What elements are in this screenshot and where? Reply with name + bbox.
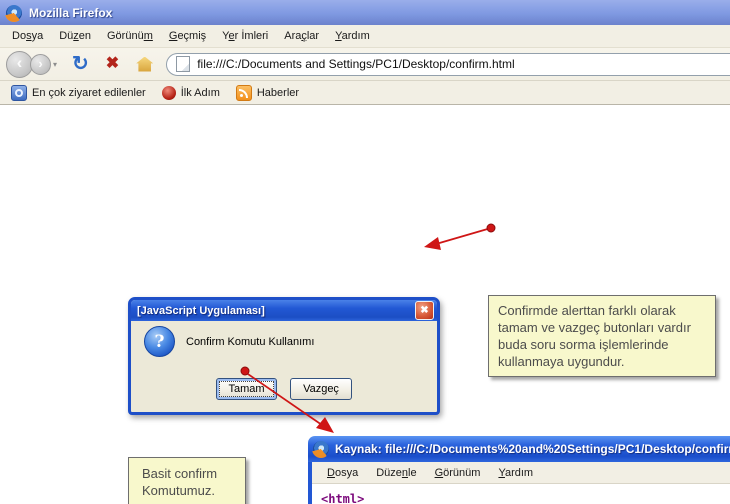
dialog-title: [JavaScript Uygulaması] [137, 305, 415, 317]
page-icon [176, 56, 190, 72]
back-forward-group [6, 51, 57, 78]
annotation-line: Komutumuz. [142, 482, 239, 499]
source-window-titlebar[interactable]: Kaynak: file:///C:/Documents%20and%20Set… [308, 436, 730, 462]
menu-görünüm[interactable]: Görünüm [99, 27, 161, 45]
refresh-icon[interactable] [72, 54, 89, 74]
annotation-line: kullanmaya uygundur. [498, 353, 706, 370]
menu-dosya[interactable]: Dosya [4, 27, 51, 45]
bookmark-label: Haberler [257, 87, 299, 99]
bookmark-rss[interactable]: Haberler [233, 83, 302, 103]
source-window-body: DosyaDüzenleGörünümYardım <html><body> <… [308, 462, 730, 504]
menu-düzen[interactable]: Düzen [51, 27, 99, 45]
bookmarks-toolbar: En çok ziyaret edilenler İlk Adım Haberler [0, 81, 730, 105]
window-title: Mozilla Firefox [29, 6, 112, 20]
annotation-line: Basit confirm [142, 465, 239, 482]
stop-icon[interactable] [106, 56, 119, 72]
page-content: [JavaScript Uygulaması] Confirm Komutu K… [0, 105, 730, 504]
dialog-close-icon[interactable] [415, 301, 434, 320]
annotation-line: Confirmde alerttan farklı olarak [498, 302, 706, 319]
source-window: Kaynak: file:///C:/Documents%20and%20Set… [308, 436, 730, 504]
firefox-icon [6, 5, 22, 21]
bookmark-most-visited[interactable]: En çok ziyaret edilenler [8, 83, 149, 103]
history-dropdown-icon[interactable] [53, 60, 57, 69]
question-icon [144, 326, 175, 357]
forward-icon[interactable] [30, 54, 51, 75]
source-menu-dosya[interactable]: Dosya [318, 464, 367, 482]
annotation-line: tamam ve vazgeç butonları vardır [498, 319, 706, 336]
address-url: file:///C:/Documents and Settings/PC1/De… [197, 57, 514, 71]
window-titlebar: Mozilla Firefox [0, 0, 730, 25]
annotation-confirm-note: Confirmde alerttan farklı olaraktamam ve… [488, 295, 716, 377]
menu-yer i̇mleri[interactable]: Yer İmleri [214, 27, 276, 45]
firefox-window: Mozilla Firefox DosyaDüzenGörünümGeçmişY… [0, 0, 730, 504]
menu-bar: DosyaDüzenGörünümGeçmişYer İmleriAraçlar… [0, 25, 730, 48]
most-visited-icon [11, 85, 27, 101]
cancel-button[interactable]: Vazgeç [290, 378, 352, 400]
back-icon[interactable] [6, 51, 33, 78]
source-window-title: Kaynak: file:///C:/Documents%20and%20Set… [335, 442, 730, 456]
bookmark-firefox[interactable]: İlk Adım [159, 84, 223, 102]
menu-geçmiş[interactable]: Geçmiş [161, 27, 214, 45]
source-code[interactable]: <html><body> <script type="text/javascri… [312, 484, 730, 504]
menu-yardım[interactable]: Yardım [327, 27, 378, 45]
bookmark-label: En çok ziyaret edilenler [32, 87, 146, 99]
address-bar[interactable]: file:///C:/Documents and Settings/PC1/De… [166, 53, 730, 76]
ok-button[interactable]: Tamam [216, 378, 277, 400]
source-code-line: <html> [321, 492, 730, 504]
home-icon[interactable] [136, 57, 153, 72]
source-menu-görünüm[interactable]: Görünüm [426, 464, 490, 482]
firefox-icon [313, 441, 329, 457]
source-menu-bar: DosyaDüzenleGörünümYardım [312, 462, 730, 484]
dialog-message: Confirm Komutu Kullanımı [186, 336, 314, 348]
bookmark-label: İlk Adım [181, 87, 220, 99]
annotation-code-note: Basit confirmKomutumuz. [128, 457, 246, 504]
house-shape [136, 57, 153, 72]
rss-icon [236, 85, 252, 101]
navigation-toolbar: file:///C:/Documents and Settings/PC1/De… [0, 48, 730, 81]
source-menu-düzenle[interactable]: Düzenle [367, 464, 425, 482]
annotation-line: buda soru sorma işlemlerinde [498, 336, 706, 353]
source-menu-yardım[interactable]: Yardım [489, 464, 542, 482]
menu-araçlar[interactable]: Araçlar [276, 27, 327, 45]
javascript-confirm-dialog: [JavaScript Uygulaması] Confirm Komutu K… [128, 297, 440, 415]
firefox-icon [162, 86, 176, 100]
dialog-titlebar[interactable]: [JavaScript Uygulaması] [131, 300, 437, 321]
dialog-body: Confirm Komutu Kullanımı Tamam Vazgeç [131, 321, 437, 412]
